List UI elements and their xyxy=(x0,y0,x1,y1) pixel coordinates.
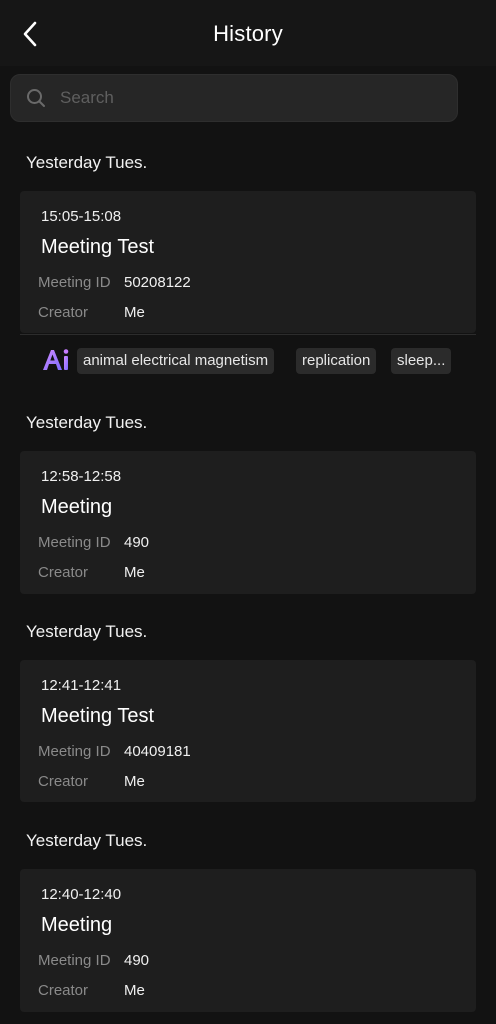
meeting-name: Meeting Test xyxy=(41,236,155,258)
meeting-card[interactable]: 15:05-15:08 Meeting Test Meeting ID 5020… xyxy=(20,191,476,333)
ai-tag[interactable]: replication xyxy=(296,348,377,374)
creator-value: Me xyxy=(124,982,145,999)
ai-tags-row: animal electrical magnetism replication … xyxy=(20,334,476,387)
meeting-name: Meeting xyxy=(41,914,113,936)
creator-label: Creator xyxy=(38,564,89,581)
meeting-card[interactable]: 12:41-12:41 Meeting Test Meeting ID 4040… xyxy=(20,660,476,802)
creator-label: Creator xyxy=(38,982,89,999)
meeting-id-label: Meeting ID xyxy=(38,743,111,760)
creator-value: Me xyxy=(124,304,145,321)
search-icon xyxy=(27,89,45,107)
app-header: History xyxy=(0,0,496,66)
meeting-id-value: 490 xyxy=(124,952,150,969)
section-date-label: Yesterday Tues. xyxy=(26,831,148,850)
meeting-id-value: 490 xyxy=(124,534,150,551)
creator-value: Me xyxy=(124,773,145,790)
meeting-id-label: Meeting ID xyxy=(38,274,111,291)
creator-label: Creator xyxy=(38,304,89,321)
meeting-time: 15:05-15:08 xyxy=(41,208,122,225)
meeting-id-label: Meeting ID xyxy=(38,952,111,969)
search-input[interactable] xyxy=(58,87,422,109)
meeting-time: 12:58-12:58 xyxy=(41,468,122,485)
creator-value: Me xyxy=(124,564,145,581)
meeting-card[interactable]: 12:40-12:40 Meeting Meeting ID 490 Creat… xyxy=(20,869,476,1012)
meeting-name: Meeting Test xyxy=(41,705,155,727)
meeting-id-value: 50208122 xyxy=(124,274,191,291)
ai-icon xyxy=(43,349,69,370)
meeting-name: Meeting xyxy=(41,496,113,518)
ai-tag[interactable]: sleep... xyxy=(391,348,452,374)
section-date-label: Yesterday Tues. xyxy=(26,622,148,641)
creator-label: Creator xyxy=(38,773,89,790)
meeting-id-value: 40409181 xyxy=(124,743,191,760)
search-bar[interactable] xyxy=(10,74,458,122)
meeting-card[interactable]: 12:58-12:58 Meeting Meeting ID 490 Creat… xyxy=(20,451,476,594)
section-date-label: Yesterday Tues. xyxy=(26,413,148,432)
meeting-time: 12:41-12:41 xyxy=(41,677,122,694)
page-title: History xyxy=(213,21,283,46)
section-date-label: Yesterday Tues. xyxy=(26,153,148,172)
ai-tag[interactable]: animal electrical magnetism xyxy=(77,348,275,374)
meeting-time: 12:40-12:40 xyxy=(41,886,122,903)
meeting-id-label: Meeting ID xyxy=(38,534,111,551)
